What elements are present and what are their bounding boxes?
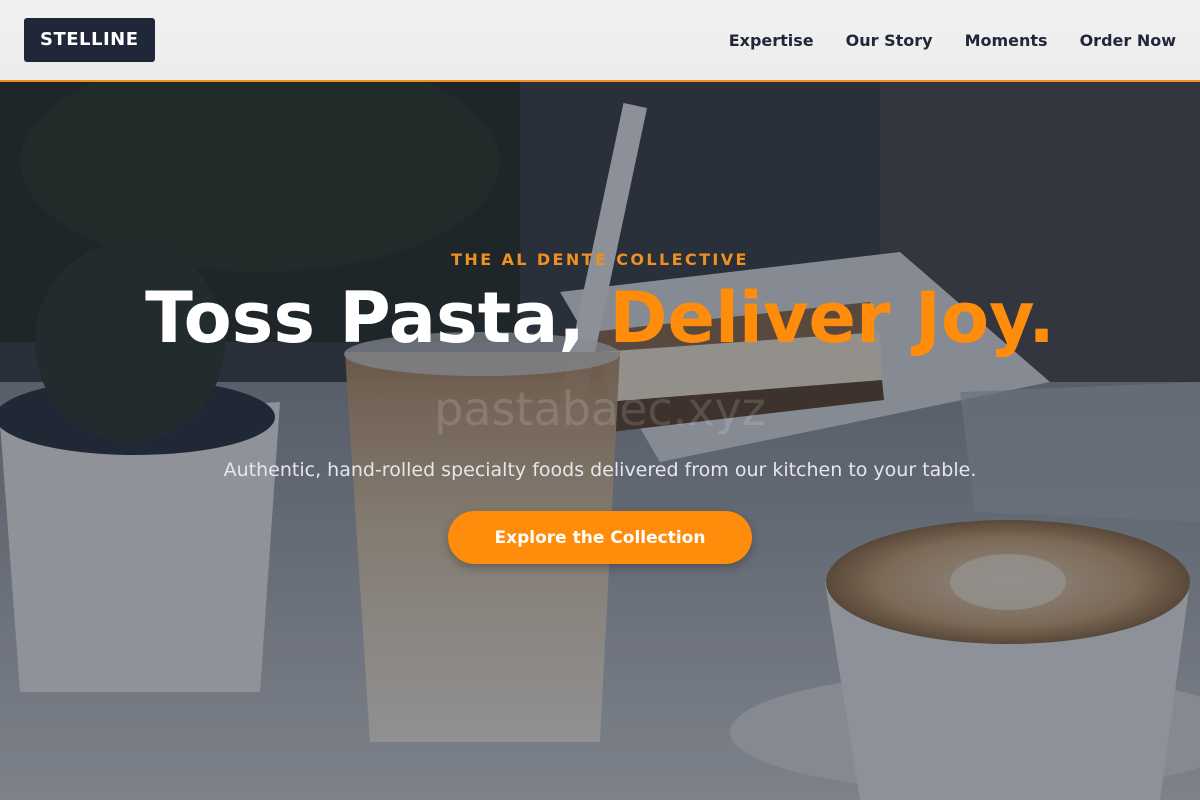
headline-main: Toss Pasta,	[145, 277, 610, 359]
nav-link-our-story[interactable]: Our Story	[846, 31, 933, 50]
explore-collection-button[interactable]: Explore the Collection	[448, 511, 752, 564]
nav-link-expertise[interactable]: Expertise	[729, 31, 814, 50]
hero-content: THE AL DENTE COLLECTIVE Toss Pasta, Deli…	[0, 82, 1200, 800]
hero-headline: Toss Pasta, Deliver Joy.	[100, 282, 1100, 354]
nav-link-order-now[interactable]: Order Now	[1080, 31, 1176, 50]
brand-logo[interactable]: STELLINE	[24, 18, 155, 62]
headline-accent: Deliver Joy.	[609, 277, 1055, 359]
hero-section: pastabaec.xyz THE AL DENTE COLLECTIVE To…	[0, 82, 1200, 800]
hero-subtitle: Authentic, hand-rolled specialty foods d…	[223, 459, 977, 481]
main-nav: Expertise Our Story Moments Order Now	[729, 31, 1176, 50]
site-header: STELLINE Expertise Our Story Moments Ord…	[0, 0, 1200, 82]
nav-link-moments[interactable]: Moments	[965, 31, 1048, 50]
hero-eyebrow: THE AL DENTE COLLECTIVE	[451, 250, 749, 269]
